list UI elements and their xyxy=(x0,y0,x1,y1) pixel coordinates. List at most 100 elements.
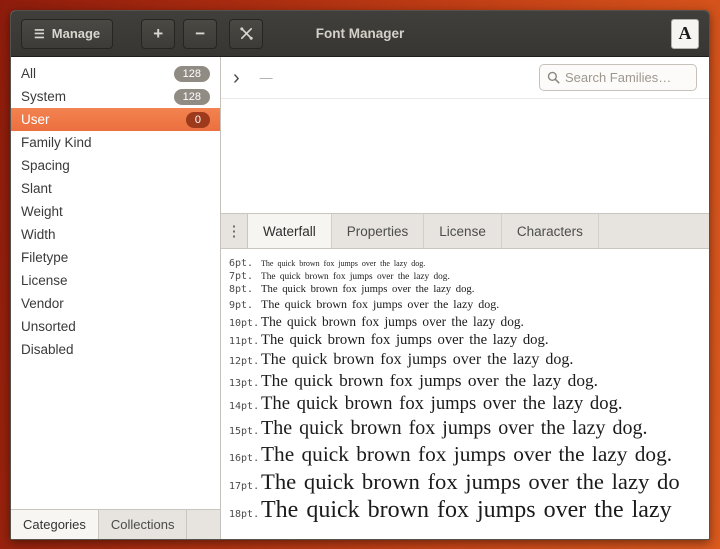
waterfall-row: 8pt. The quick brown fox jumps over the … xyxy=(229,284,709,295)
tab-collections[interactable]: Collections xyxy=(99,510,188,539)
minus-icon: − xyxy=(195,24,205,44)
header-bar: ☰ Manage + − Font Manager A xyxy=(11,11,709,57)
search-families-box[interactable] xyxy=(539,64,697,91)
waterfall-row: 13pt. The quick brown fox jumps over the… xyxy=(229,371,709,391)
waterfall-size-label: 8pt. xyxy=(229,284,261,295)
sidebar-item-family-kind[interactable]: Family Kind xyxy=(11,131,220,154)
sidebar-item-width[interactable]: Width xyxy=(11,223,220,246)
sidebar-item-system[interactable]: System 128 xyxy=(11,85,220,108)
waterfall-preview-text: The quick brown fox jumps over the lazy … xyxy=(261,469,680,495)
waterfall-row: 11pt. The quick brown fox jumps over the… xyxy=(229,332,709,349)
window-title: Font Manager xyxy=(11,26,709,41)
waterfall-row: 14pt. The quick brown fox jumps over the… xyxy=(229,393,709,415)
letter-a-icon: A xyxy=(679,23,692,44)
waterfall-preview[interactable]: 6pt. The quick brown fox jumps over the … xyxy=(221,249,709,539)
sidebar-item-all[interactable]: All 128 xyxy=(11,62,220,85)
tab-label: Categories xyxy=(23,517,86,532)
expander-chevron-icon[interactable]: › xyxy=(233,68,240,88)
menu-icon: ☰ xyxy=(34,28,45,40)
count-badge: 0 xyxy=(186,112,210,128)
preview-menu-button[interactable]: ⋮ xyxy=(221,214,247,248)
sidebar-item-label: Unsorted xyxy=(21,319,210,334)
sidebar-item-label: Width xyxy=(21,227,210,242)
waterfall-preview-text: The quick brown fox jumps over the lazy … xyxy=(261,272,450,282)
waterfall-row: 18pt. The quick brown fox jumps over the… xyxy=(229,497,709,524)
search-icon xyxy=(547,71,560,84)
waterfall-size-label: 18pt. xyxy=(229,509,261,520)
waterfall-preview-text: The quick brown fox jumps over the lazy … xyxy=(261,284,474,295)
sidebar-item-label: Slant xyxy=(21,181,210,196)
plus-icon: + xyxy=(153,24,163,44)
waterfall-row: 7pt. The quick brown fox jumps over the … xyxy=(229,271,709,282)
family-list-header: › — xyxy=(221,57,709,99)
sidebar-item-label: Weight xyxy=(21,204,210,219)
sidebar-item-label: Family Kind xyxy=(21,135,210,150)
waterfall-preview-text: The quick brown fox jumps over the lazy … xyxy=(261,393,623,415)
sidebar-item-disabled[interactable]: Disabled xyxy=(11,338,220,361)
waterfall-preview-text: The quick brown fox jumps over the lazy … xyxy=(261,351,573,369)
waterfall-preview-text: The quick brown fox jumps over the lazy … xyxy=(261,442,672,467)
waterfall-preview-text: The quick brown fox jumps over the lazy … xyxy=(261,371,598,391)
manage-button[interactable]: ☰ Manage xyxy=(21,19,113,49)
waterfall-preview-text: The quick brown fox jumps over the lazy xyxy=(261,497,672,524)
sidebar-item-weight[interactable]: Weight xyxy=(11,200,220,223)
preferences-icon xyxy=(239,26,254,41)
sidebar-item-label: License xyxy=(21,273,210,288)
waterfall-size-label: 9pt. xyxy=(229,300,261,311)
waterfall-size-label: 14pt. xyxy=(229,401,261,412)
sidebar-item-license[interactable]: License xyxy=(11,269,220,292)
waterfall-preview-text: The quick brown fox jumps over the lazy … xyxy=(261,314,524,330)
sidebar-item-user[interactable]: User 0 xyxy=(11,108,220,131)
waterfall-row: 17pt. The quick brown fox jumps over the… xyxy=(229,469,709,495)
family-placeholder-dash: — xyxy=(260,70,273,85)
sidebar-item-label: All xyxy=(21,66,174,81)
font-manager-window: ☰ Manage + − Font Manager A xyxy=(10,10,710,540)
waterfall-size-label: 7pt. xyxy=(229,271,261,282)
waterfall-preview-text: The quick brown fox jumps over the lazy … xyxy=(261,259,425,268)
tab-characters[interactable]: Characters xyxy=(502,214,599,248)
preview-tab-bar: ⋮ Waterfall Properties License Character… xyxy=(221,213,709,249)
tab-properties[interactable]: Properties xyxy=(332,214,425,248)
preferences-button[interactable] xyxy=(229,19,263,49)
sidebar-item-label: Filetype xyxy=(21,250,210,265)
sidebar-item-filetype[interactable]: Filetype xyxy=(11,246,220,269)
sidebar-item-label: Vendor xyxy=(21,296,210,311)
waterfall-size-label: 13pt. xyxy=(229,378,261,389)
waterfall-size-label: 10pt. xyxy=(229,318,261,329)
vertical-dots-icon: ⋮ xyxy=(227,222,242,240)
tab-categories[interactable]: Categories xyxy=(11,510,99,539)
tab-label: Collections xyxy=(111,517,175,532)
waterfall-row: 15pt. The quick brown fox jumps over the… xyxy=(229,417,709,440)
sidebar-item-vendor[interactable]: Vendor xyxy=(11,292,220,315)
sidebar-item-slant[interactable]: Slant xyxy=(11,177,220,200)
waterfall-preview-text: The quick brown fox jumps over the lazy … xyxy=(261,417,647,440)
sidebar-item-label: Spacing xyxy=(21,158,210,173)
add-fonts-button[interactable]: + xyxy=(141,19,175,49)
sidebar-item-label: Disabled xyxy=(21,342,210,357)
tab-label: Waterfall xyxy=(263,224,316,239)
tab-license[interactable]: License xyxy=(424,214,502,248)
waterfall-row: 6pt. The quick brown fox jumps over the … xyxy=(229,258,709,269)
waterfall-size-label: 15pt. xyxy=(229,426,261,437)
font-viewer-button[interactable]: A xyxy=(671,19,699,49)
waterfall-preview-text: The quick brown fox jumps over the lazy … xyxy=(261,332,548,349)
waterfall-row: 16pt. The quick brown fox jumps over the… xyxy=(229,442,709,467)
sidebar-item-spacing[interactable]: Spacing xyxy=(11,154,220,177)
tab-waterfall[interactable]: Waterfall xyxy=(247,214,332,248)
content-area: All 128 System 128 User 0 Family Kind Sp… xyxy=(11,57,709,539)
waterfall-size-label: 6pt. xyxy=(229,258,261,269)
waterfall-row: 10pt. The quick brown fox jumps over the… xyxy=(229,314,709,330)
tab-label: Characters xyxy=(517,224,583,239)
search-families-input[interactable] xyxy=(565,70,689,85)
main-pane: › — ⋮ Waterfall xyxy=(221,57,709,539)
count-badge: 128 xyxy=(174,89,210,105)
family-list-empty-area xyxy=(221,99,709,213)
count-badge: 128 xyxy=(174,66,210,82)
waterfall-row: 12pt. The quick brown fox jumps over the… xyxy=(229,351,709,369)
waterfall-row: 9pt. The quick brown fox jumps over the … xyxy=(229,297,709,312)
sidebar-item-unsorted[interactable]: Unsorted xyxy=(11,315,220,338)
waterfall-size-label: 17pt. xyxy=(229,481,261,492)
tab-label: Properties xyxy=(347,224,409,239)
sidebar-item-label: User xyxy=(21,112,186,127)
remove-fonts-button[interactable]: − xyxy=(183,19,217,49)
